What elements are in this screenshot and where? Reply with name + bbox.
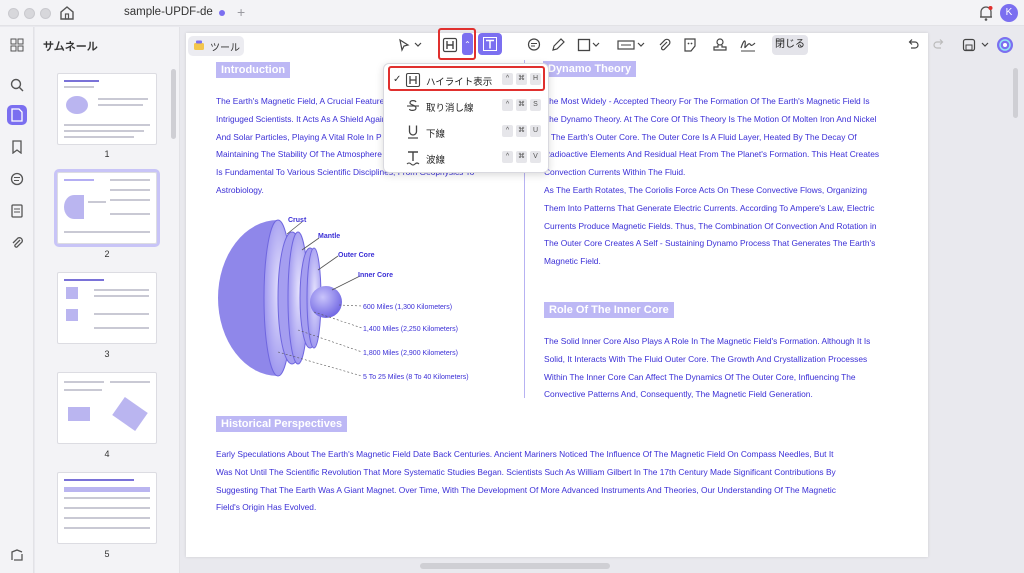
strikethrough-icon	[405, 97, 421, 115]
chevron-down-icon[interactable]	[590, 35, 602, 55]
thumbnail-page-number: 4	[104, 449, 110, 459]
section-title-introduction: Introduction	[216, 62, 291, 78]
diagram-label-crust: Crust	[288, 217, 307, 224]
underline-icon	[405, 123, 421, 141]
tools-button-label: ツール	[210, 42, 240, 54]
thumbnail-panel-title: サムネール	[43, 41, 98, 53]
squiggly-text-icon	[405, 149, 421, 167]
textbox-icon[interactable]	[616, 35, 636, 55]
highlight-menu-item-outline	[388, 66, 545, 91]
thumbnail-page-number: 2	[104, 249, 110, 259]
earth-layers-diagram: Crust Mantle Outer Core Inner Core 600 M…	[218, 217, 469, 381]
thumbnail-page-3[interactable]	[57, 272, 157, 344]
sticker-icon[interactable]	[680, 35, 700, 55]
chevron-down-icon[interactable]	[979, 35, 991, 55]
close-window-button[interactable]	[8, 8, 19, 19]
right-toolbar	[899, 31, 1019, 59]
section-title-inner-core: Role Of The Inner Core	[544, 302, 674, 318]
form-icon[interactable]	[7, 201, 27, 221]
menu-item-squiggly[interactable]: 波線 ^ ⌘ V	[384, 145, 550, 171]
diagram-label-inner-core: Inner Core	[358, 272, 393, 279]
thumbnail-page-2[interactable]	[54, 169, 160, 247]
save-icon[interactable]	[959, 35, 979, 55]
attachment-icon[interactable]	[7, 233, 27, 253]
minimize-window-button[interactable]	[24, 8, 35, 19]
diagram-label-mantle: Mantle	[318, 233, 340, 240]
redo-icon[interactable]	[929, 35, 949, 55]
layers-icon[interactable]	[7, 545, 27, 565]
stamp-icon[interactable]	[710, 35, 730, 55]
diagram-label-outer-core: Outer Core	[338, 252, 375, 259]
paperclip-icon[interactable]	[654, 35, 674, 55]
inner-core-paragraph[interactable]: The Solid Inner Core Also Plays A Role I…	[544, 333, 884, 404]
select-cursor-icon[interactable]	[394, 35, 414, 55]
comment-icon[interactable]	[7, 169, 27, 189]
document-page-icon[interactable]	[7, 105, 27, 125]
diagram-distance: 1,800 Miles (2,900 Kilometers)	[363, 350, 458, 357]
document-tab-title[interactable]: sample-UPDF-de	[124, 6, 213, 18]
undo-icon[interactable]	[903, 35, 923, 55]
close-annotation-button[interactable]: 閉じる	[772, 35, 808, 55]
ai-assistant-icon[interactable]	[995, 35, 1015, 55]
thumbnail-page-number: 5	[104, 549, 110, 559]
toolbox-icon	[193, 39, 205, 54]
grid-icon[interactable]	[7, 35, 27, 55]
home-icon[interactable]	[58, 4, 76, 22]
historical-paragraph[interactable]: Early Speculations About The Earth's Mag…	[216, 446, 876, 517]
thumbnail-page-5[interactable]	[57, 472, 157, 544]
diagram-distance: 1,400 Miles (2,250 Kilometers)	[363, 326, 458, 333]
chevron-down-icon[interactable]	[635, 35, 647, 55]
left-tool-rail	[0, 27, 34, 573]
dynamo-paragraph[interactable]: The Most Widely - Accepted Theory For Th…	[544, 93, 884, 271]
title-bar: sample-UPDF-de + K	[0, 0, 1024, 26]
text-tool-icon[interactable]	[478, 33, 502, 55]
chevron-down-icon[interactable]	[412, 35, 424, 55]
section-title-dynamo-theory: Dynamo Theory	[543, 61, 637, 77]
bell-icon[interactable]	[978, 4, 994, 22]
user-avatar[interactable]: K	[1000, 4, 1018, 22]
menu-item-strikethrough[interactable]: 取り消し線 ^ ⌘ S	[384, 93, 550, 119]
bookmark-icon[interactable]	[7, 137, 27, 157]
menu-item-underline[interactable]: 下線 ^ ⌘ U	[384, 119, 550, 145]
section-title-historical: Historical Perspectives	[216, 416, 348, 432]
thumbnail-page-number: 1	[104, 149, 110, 159]
vertical-scrollbar[interactable]	[1013, 68, 1018, 118]
tools-button[interactable]: ツール	[188, 36, 244, 56]
new-tab-plus-icon[interactable]: +	[237, 4, 245, 20]
thumbnail-scrollbar[interactable]	[171, 69, 176, 139]
thumbnail-page-4[interactable]	[57, 372, 157, 444]
pencil-icon[interactable]	[548, 35, 568, 55]
comment-bubble-icon[interactable]	[524, 35, 544, 55]
thumbnail-page-1[interactable]	[57, 73, 157, 145]
diagram-distance: 600 Miles (1,300 Kilometers)	[363, 304, 452, 311]
zoom-window-button[interactable]	[40, 8, 51, 19]
horizontal-scrollbar[interactable]	[420, 563, 610, 569]
signature-icon[interactable]	[738, 35, 758, 55]
highlight-chevron-icon[interactable]: ⌃	[462, 33, 473, 55]
unsaved-dot-icon	[219, 10, 225, 16]
diagram-distance: 5 To 25 Miles (8 To 40 Kilometers)	[363, 374, 469, 381]
search-icon[interactable]	[7, 75, 27, 95]
thumbnail-page-number: 3	[104, 349, 110, 359]
